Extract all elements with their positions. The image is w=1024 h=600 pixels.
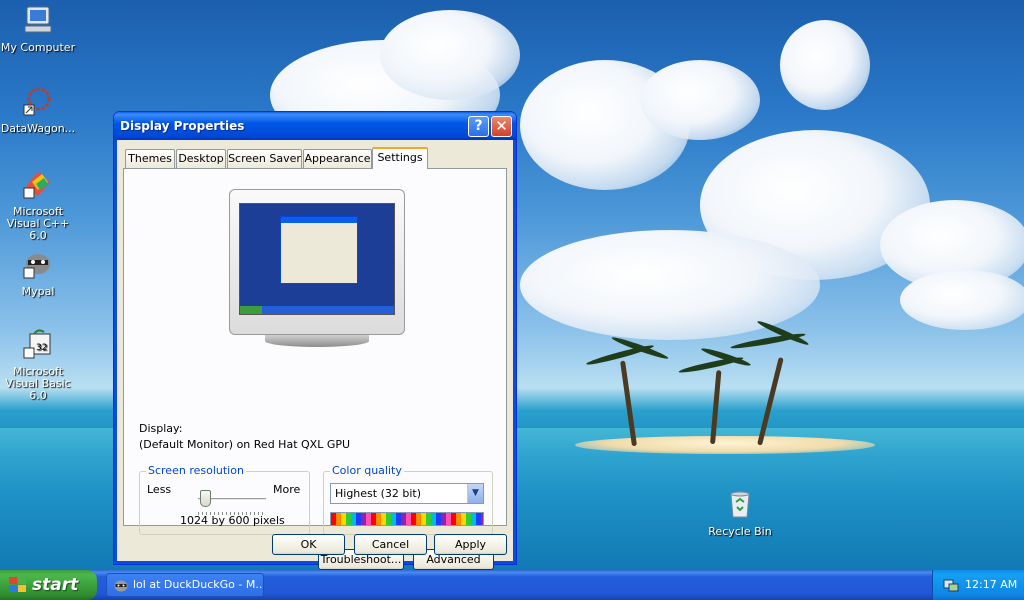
desktop-icon-visual-cpp[interactable]: Microsoft Visual C++ 6.0 bbox=[0, 168, 78, 242]
ok-button[interactable]: OK bbox=[272, 534, 345, 555]
windows-flag-icon bbox=[9, 577, 27, 593]
preview-start-button bbox=[240, 306, 262, 314]
tab-desktop[interactable]: Desktop bbox=[176, 149, 226, 168]
start-label: start bbox=[32, 575, 79, 595]
recycle-bin-icon bbox=[730, 491, 750, 518]
desktop-icon-label: My Computer bbox=[0, 41, 76, 54]
island bbox=[575, 436, 875, 454]
help-icon: ? bbox=[474, 118, 483, 134]
color-quality-select[interactable]: Highest (32 bit) ▼ bbox=[330, 483, 484, 504]
resolution-slider-thumb[interactable] bbox=[199, 490, 211, 507]
chevron-down-icon[interactable]: ▼ bbox=[467, 484, 483, 503]
preview-window bbox=[280, 216, 358, 284]
clock[interactable]: 12:17 AM bbox=[965, 578, 1017, 591]
monitor-body bbox=[229, 189, 405, 335]
desktop-icon-label: Microsoft Visual C++ 6.0 bbox=[6, 205, 70, 242]
desktop-icon-label: Microsoft Visual Basic 6.0 bbox=[5, 365, 71, 402]
window-frame bbox=[114, 140, 117, 564]
color-quality-title: Color quality bbox=[330, 464, 404, 477]
resolution-more-label: More bbox=[273, 483, 301, 496]
apply-button[interactable]: Apply bbox=[434, 534, 507, 555]
svg-text:32: 32 bbox=[36, 343, 47, 353]
system-tray: 12:17 AM bbox=[932, 570, 1024, 600]
desktop-icon-mypal[interactable]: Mypal bbox=[0, 248, 78, 298]
color-quality-value: Highest (32 bit) bbox=[335, 487, 422, 500]
desktop-icon-label: Mypal bbox=[21, 285, 55, 298]
display-label: Display: bbox=[139, 422, 183, 435]
desktop-icon-visual-basic[interactable]: 32 Microsoft Visual Basic 6.0 bbox=[0, 328, 78, 402]
title-bar[interactable]: Display Properties ? ✕ bbox=[114, 112, 516, 140]
cloud bbox=[380, 10, 520, 100]
display-value: (Default Monitor) on Red Hat QXL GPU bbox=[139, 438, 351, 451]
close-icon: ✕ bbox=[495, 117, 508, 135]
mypal-raccoon-icon bbox=[114, 580, 128, 592]
taskbar-item-label: lol at DuckDuckGo - M... bbox=[133, 578, 264, 591]
desktop-icon-my-computer[interactable]: My Computer bbox=[0, 4, 78, 54]
monitor-preview bbox=[229, 189, 405, 347]
desktop-icon-label: Recycle Bin bbox=[708, 525, 772, 538]
tab-themes[interactable]: Themes bbox=[125, 149, 175, 168]
taskbar: start lol at DuckDuckGo - M... 12:17 AM bbox=[0, 570, 1024, 600]
tab-screen-saver[interactable]: Screen Saver bbox=[227, 149, 302, 168]
color-preview-bar bbox=[330, 512, 484, 526]
cloud bbox=[900, 270, 1024, 330]
visual-cpp-icon bbox=[23, 172, 50, 199]
cloud bbox=[640, 60, 760, 140]
monitor-screen bbox=[239, 203, 395, 315]
tab-settings[interactable]: Settings bbox=[372, 147, 428, 169]
preview-taskbar bbox=[240, 306, 394, 314]
taskbar-item-browser[interactable]: lol at DuckDuckGo - M... bbox=[106, 573, 264, 597]
cancel-button[interactable]: Cancel bbox=[354, 534, 427, 555]
resolution-value: 1024 by 600 pixels bbox=[180, 514, 285, 527]
resolution-less-label: Less bbox=[147, 483, 172, 496]
start-button[interactable]: start bbox=[0, 570, 97, 600]
close-button[interactable]: ✕ bbox=[491, 116, 512, 137]
visual-basic-icon: 32 bbox=[23, 329, 51, 359]
cloud bbox=[520, 230, 820, 340]
window-title: Display Properties bbox=[120, 119, 245, 133]
monitor-stand bbox=[265, 335, 369, 347]
settings-panel: Display: (Default Monitor) on Red Hat QX… bbox=[123, 168, 507, 570]
preview-window-titlebar bbox=[281, 217, 357, 223]
cloud bbox=[780, 20, 870, 110]
screen-resolution-group: Screen resolution Less More 1024 by 600 … bbox=[139, 464, 310, 535]
datawagon-icon bbox=[23, 87, 51, 116]
color-quality-group: Color quality Highest (32 bit) ▼ bbox=[323, 464, 493, 535]
window-frame bbox=[513, 140, 516, 564]
screen-resolution-title: Screen resolution bbox=[146, 464, 246, 477]
help-button[interactable]: ? bbox=[468, 116, 489, 137]
desktop-icon-recycle-bin[interactable]: Recycle Bin bbox=[700, 488, 780, 538]
my-computer-icon bbox=[24, 6, 52, 33]
display-properties-window: Display Properties ? ✕ Themes Desktop Sc… bbox=[113, 111, 517, 570]
tray-network-icon[interactable] bbox=[943, 577, 959, 593]
mypal-raccoon-icon bbox=[23, 254, 50, 279]
desktop-icon-datawagon[interactable]: DataWagon... bbox=[0, 85, 78, 135]
desktop-icon-label: DataWagon... bbox=[0, 122, 76, 135]
tab-appearance[interactable]: Appearance bbox=[303, 149, 372, 168]
